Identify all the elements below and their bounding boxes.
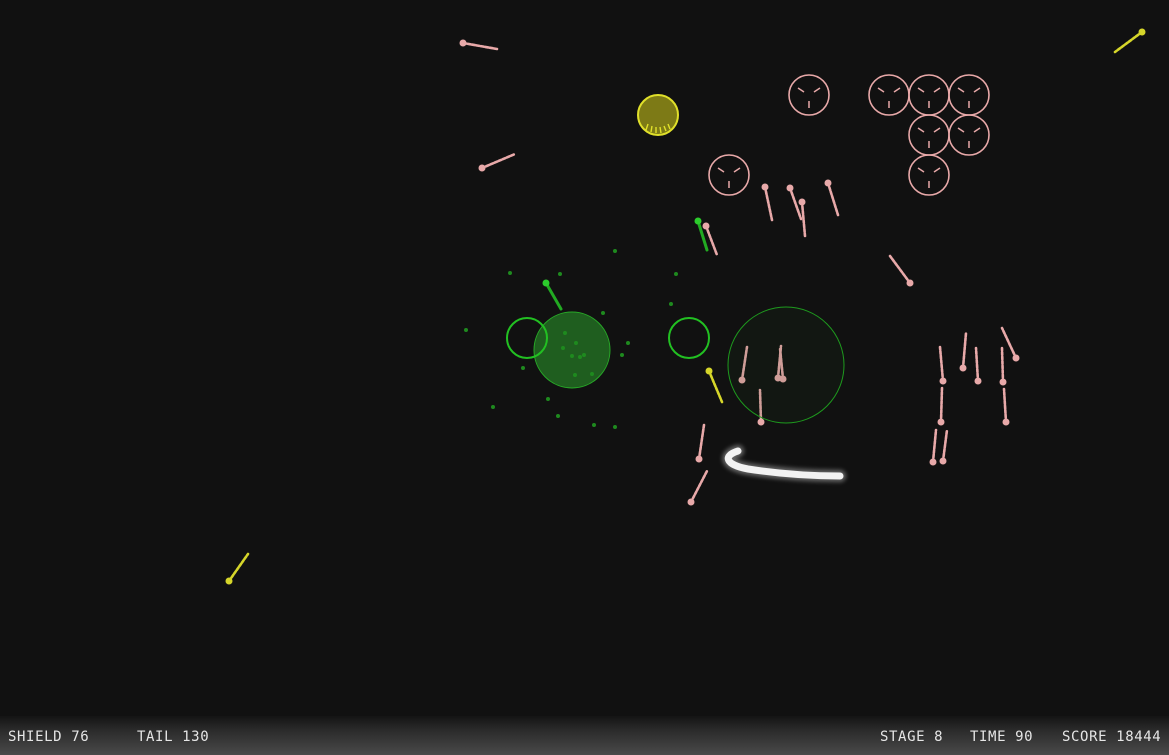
yellow-dart	[705, 367, 724, 404]
crosshair-circle-icon	[908, 74, 950, 116]
green-particle	[563, 331, 567, 335]
pink-dart	[938, 345, 947, 385]
pink-dart	[939, 428, 949, 465]
pink-dart	[974, 346, 982, 385]
green-particle	[669, 302, 673, 306]
pink-dart	[1000, 326, 1020, 362]
green-particle	[508, 271, 512, 275]
pink-dart	[478, 152, 517, 172]
shield-readout: SHIELD 76	[8, 729, 90, 745]
green-particle	[570, 354, 574, 358]
tail-readout: TAIL 130	[137, 729, 210, 745]
score-readout: SCORE 18444	[1062, 729, 1162, 745]
green-particle	[626, 341, 630, 345]
green-dart	[542, 279, 563, 311]
green-ring-icon	[727, 306, 845, 424]
green-particle	[674, 272, 678, 276]
green-ally-cluster	[464, 217, 845, 429]
green-particle	[601, 311, 605, 315]
pink-dart	[761, 183, 774, 222]
player-white-tail	[722, 445, 846, 482]
crosshair-circle-icon	[708, 154, 750, 196]
pink-dart	[824, 179, 840, 217]
stage-readout: STAGE 8	[880, 729, 944, 745]
green-particle	[561, 346, 565, 350]
green-particle	[573, 373, 577, 377]
crosshair-circle-icon	[948, 114, 990, 156]
hud-bar: SHIELD 76 TAIL 130 STAGE 8 TIME 90 SCORE…	[0, 716, 1169, 755]
pink-dart	[959, 331, 968, 372]
green-ring-icon	[668, 317, 710, 359]
yellow-orb-icon	[637, 94, 679, 136]
green-particle	[578, 355, 582, 359]
green-particle	[546, 397, 550, 401]
pink-dart	[687, 469, 709, 506]
pink-dart	[999, 346, 1007, 386]
crosshair-circle-icon	[908, 114, 950, 156]
green-particle	[558, 272, 562, 276]
crosshair-circle-icon	[948, 74, 990, 116]
yellow-dart	[1113, 28, 1146, 54]
green-particle	[521, 366, 525, 370]
crosshair-circle-icon	[788, 74, 830, 116]
pink-dart	[1002, 387, 1010, 426]
pink-dart	[929, 428, 938, 466]
pink-dart	[888, 254, 914, 287]
crosshair-circle-icon	[908, 154, 950, 196]
green-particle	[613, 249, 617, 253]
pink-dart	[937, 386, 945, 426]
green-particle	[613, 425, 617, 429]
game-canvas[interactable]	[0, 0, 1169, 716]
playfield[interactable]	[0, 0, 1169, 716]
green-dart	[694, 217, 709, 252]
pink-dart	[459, 39, 499, 51]
green-particle	[464, 328, 468, 332]
yellow-dart	[225, 552, 250, 585]
green-particle	[620, 353, 624, 357]
time-readout: TIME 90	[970, 729, 1034, 745]
crosshair-circle-icon	[868, 74, 910, 116]
green-particle	[556, 414, 560, 418]
green-particle	[491, 405, 495, 409]
green-particle	[590, 372, 594, 376]
green-particle	[592, 423, 596, 427]
pink-dart	[695, 423, 706, 463]
green-particle	[574, 341, 578, 345]
green-particle	[582, 353, 586, 357]
